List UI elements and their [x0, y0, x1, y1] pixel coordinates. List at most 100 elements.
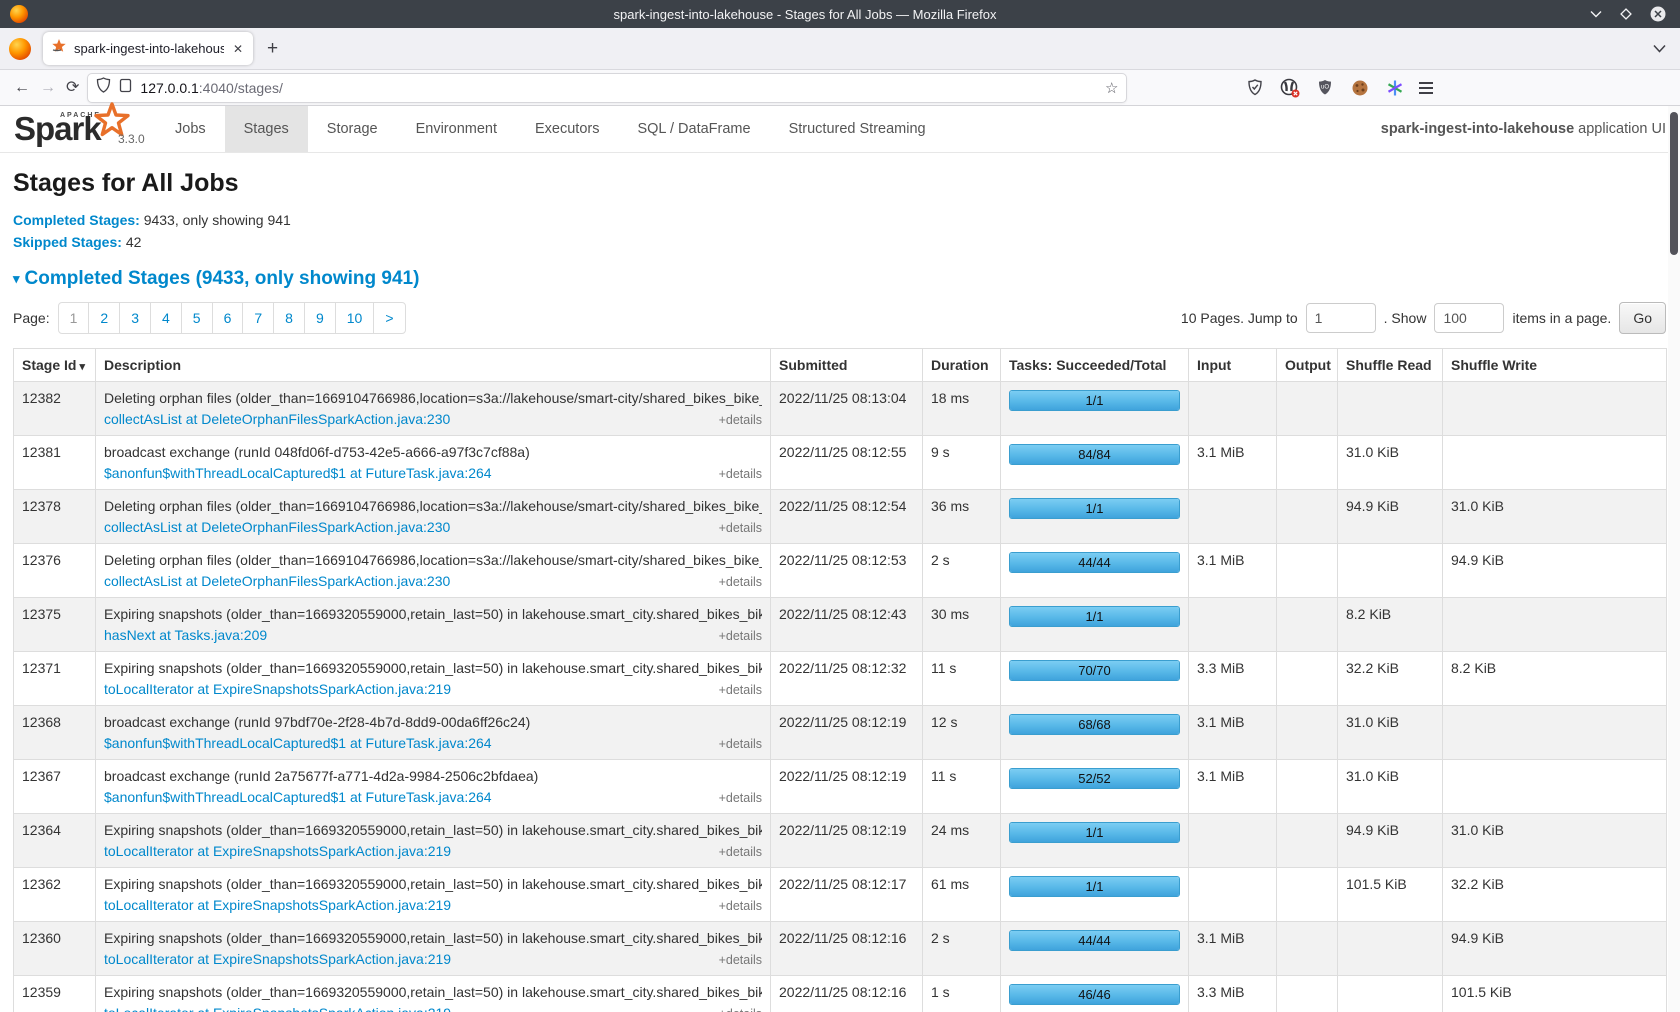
page-button-10[interactable]: 10 — [335, 302, 375, 334]
completed-stages-section-toggle[interactable]: ▾ Completed Stages (9433, only showing 9… — [13, 268, 1666, 290]
duration-cell: 11 s — [923, 652, 1001, 706]
details-toggle[interactable]: +details — [719, 737, 762, 751]
page-button-3[interactable]: 3 — [119, 302, 151, 334]
url-text[interactable]: 127.0.0.1:4040/stages/ — [140, 80, 1097, 96]
details-toggle[interactable]: +details — [719, 521, 762, 535]
stage-detail-link[interactable]: $anonfun$withThreadLocalCaptured$1 at Fu… — [104, 789, 492, 805]
output-cell — [1277, 652, 1338, 706]
next-page-button[interactable]: > — [373, 302, 405, 334]
page-button-4[interactable]: 4 — [150, 302, 182, 334]
submitted-cell: 2022/11/25 08:12:16 — [771, 922, 923, 976]
close-window-icon[interactable] — [1650, 6, 1666, 22]
details-toggle[interactable]: +details — [719, 467, 762, 481]
spark-logo[interactable]: APACHE Spark 3.3.0 — [14, 106, 142, 152]
details-toggle[interactable]: +details — [719, 791, 762, 805]
stage-description: Expiring snapshots (older_than=166932055… — [104, 984, 762, 1000]
page-button-6[interactable]: 6 — [212, 302, 244, 334]
tasks-progress-value: 1/1 — [1010, 607, 1179, 626]
column-header-output[interactable]: Output — [1277, 349, 1338, 382]
output-cell — [1277, 382, 1338, 436]
details-toggle[interactable]: +details — [719, 899, 762, 913]
firefox-logo-icon[interactable] — [9, 38, 31, 60]
page-button-5[interactable]: 5 — [181, 302, 213, 334]
spark-nav-item-storage[interactable]: Storage — [308, 106, 397, 152]
spark-nav-item-stages[interactable]: Stages — [225, 106, 308, 152]
column-header-shuffle-write[interactable]: Shuffle Write — [1443, 349, 1667, 382]
stage-detail-link[interactable]: hasNext at Tasks.java:209 — [104, 627, 267, 643]
table-row: 12381broadcast exchange (runId 048fd06f-… — [14, 436, 1667, 490]
shield-icon[interactable] — [96, 77, 111, 98]
go-button[interactable]: Go — [1619, 302, 1666, 334]
page-content: Stages for All Jobs Completed Stages: 94… — [0, 153, 1680, 1012]
spark-nav-item-sql-dataframe[interactable]: SQL / DataFrame — [618, 106, 769, 152]
tasks-progress-value: 70/70 — [1010, 661, 1179, 680]
spark-nav-item-executors[interactable]: Executors — [516, 106, 618, 152]
stage-detail-link[interactable]: toLocalIterator at ExpireSnapshotsSparkA… — [104, 897, 451, 913]
details-toggle[interactable]: +details — [719, 845, 762, 859]
spark-nav-item-environment[interactable]: Environment — [397, 106, 516, 152]
maximize-icon[interactable] — [1620, 8, 1632, 20]
list-all-tabs-icon[interactable] — [1653, 44, 1666, 53]
input-cell — [1189, 868, 1277, 922]
bookmark-star-icon[interactable]: ☆ — [1105, 79, 1118, 97]
page-button-8[interactable]: 8 — [273, 302, 305, 334]
extension-asterisk-icon[interactable] — [1385, 78, 1405, 98]
stage-detail-link[interactable]: collectAsList at DeleteOrphanFilesSparkA… — [104, 573, 450, 589]
column-header-submitted[interactable]: Submitted — [771, 349, 923, 382]
minimize-icon[interactable] — [1590, 10, 1602, 18]
stage-detail-link[interactable]: toLocalIterator at ExpireSnapshotsSparkA… — [104, 1005, 451, 1012]
details-toggle[interactable]: +details — [719, 1007, 762, 1012]
tasks-cell: 1/1 — [1001, 868, 1189, 922]
description-cell: Expiring snapshots (older_than=166932055… — [96, 868, 771, 922]
new-tab-button[interactable]: + — [267, 39, 278, 58]
browser-tab[interactable]: spark-ingest-into-lakehous ✕ — [43, 32, 253, 65]
shuffle-read-cell: 31.0 KiB — [1338, 760, 1443, 814]
extension-ublock-icon[interactable]: uO — [1315, 78, 1335, 98]
column-header-shuffle-read[interactable]: Shuffle Read — [1338, 349, 1443, 382]
details-toggle[interactable]: +details — [719, 413, 762, 427]
column-header-description[interactable]: Description — [96, 349, 771, 382]
extension-cookie-icon[interactable] — [1350, 78, 1370, 98]
stage-detail-link[interactable]: toLocalIterator at ExpireSnapshotsSparkA… — [104, 843, 451, 859]
column-header-tasks-succeeded-total[interactable]: Tasks: Succeeded/Total — [1001, 349, 1189, 382]
skipped-stages-link[interactable]: Skipped Stages: — [13, 234, 122, 250]
spark-nav-item-jobs[interactable]: Jobs — [156, 106, 225, 152]
stage-detail-link[interactable]: collectAsList at DeleteOrphanFilesSparkA… — [104, 519, 450, 535]
page-button-1[interactable]: 1 — [58, 302, 90, 334]
completed-stages-link[interactable]: Completed Stages: — [13, 212, 140, 228]
jump-to-page-input[interactable] — [1306, 303, 1376, 333]
details-toggle[interactable]: +details — [719, 953, 762, 967]
description-cell: Deleting orphan files (older_than=166910… — [96, 544, 771, 598]
stage-detail-link[interactable]: collectAsList at DeleteOrphanFilesSparkA… — [104, 411, 450, 427]
items-per-page-input[interactable] — [1434, 303, 1504, 333]
scrollbar-thumb[interactable] — [1670, 112, 1678, 255]
spark-nav-item-structured-streaming[interactable]: Structured Streaming — [770, 106, 945, 152]
stage-detail-link[interactable]: toLocalIterator at ExpireSnapshotsSparkA… — [104, 681, 451, 697]
back-icon[interactable]: ← — [14, 80, 30, 96]
details-toggle[interactable]: +details — [719, 683, 762, 697]
reload-icon[interactable]: ⟳ — [66, 80, 79, 96]
stage-detail-link[interactable]: $anonfun$withThreadLocalCaptured$1 at Fu… — [104, 465, 492, 481]
column-header-input[interactable]: Input — [1189, 349, 1277, 382]
column-header-duration[interactable]: Duration — [923, 349, 1001, 382]
stage-detail-link[interactable]: $anonfun$withThreadLocalCaptured$1 at Fu… — [104, 735, 492, 751]
column-header-stage-id[interactable]: Stage Id ▾ — [14, 349, 96, 382]
stage-detail-link[interactable]: toLocalIterator at ExpireSnapshotsSparkA… — [104, 951, 451, 967]
forward-icon[interactable]: → — [40, 80, 56, 96]
output-cell — [1277, 976, 1338, 1012]
stage-id-cell: 12364 — [14, 814, 96, 868]
page-button-2[interactable]: 2 — [88, 302, 120, 334]
vertical-scrollbar[interactable] — [1668, 106, 1680, 1012]
tab-close-icon[interactable]: ✕ — [231, 42, 245, 56]
url-bar[interactable]: 127.0.0.1:4040/stages/ ☆ — [87, 73, 1127, 103]
page-button-9[interactable]: 9 — [304, 302, 336, 334]
extension-privacy-badger-icon[interactable] — [1280, 78, 1300, 98]
menu-hamburger-icon[interactable] — [1419, 82, 1433, 94]
page-info-icon[interactable] — [119, 78, 132, 98]
details-toggle[interactable]: +details — [719, 575, 762, 589]
extension-shield-check-icon[interactable] — [1245, 78, 1265, 98]
tasks-cell: 44/44 — [1001, 544, 1189, 598]
page-button-7[interactable]: 7 — [242, 302, 274, 334]
submitted-cell: 2022/11/25 08:12:55 — [771, 436, 923, 490]
details-toggle[interactable]: +details — [719, 629, 762, 643]
